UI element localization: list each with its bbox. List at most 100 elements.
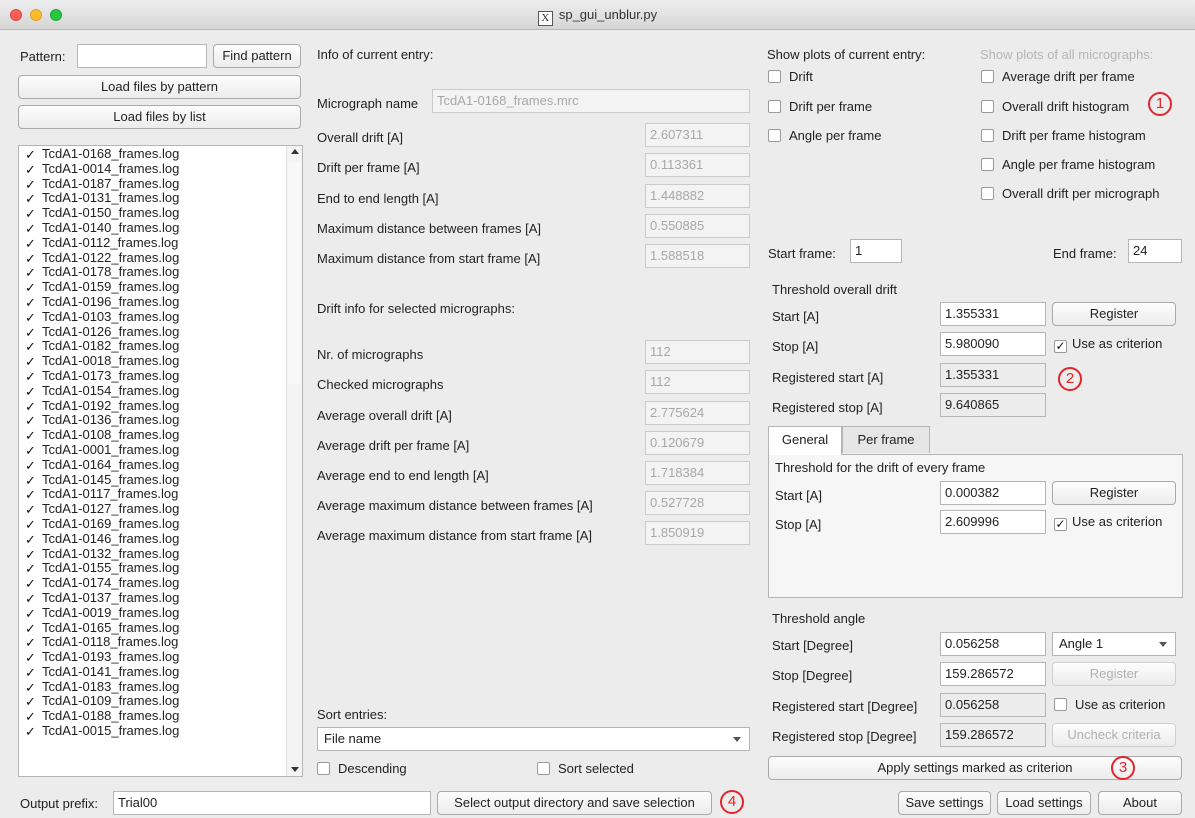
find-pattern-button[interactable]: Find pattern	[213, 44, 301, 68]
list-item[interactable]: ✓ TcdA1-0193_frames.log	[19, 649, 287, 665]
checkbox-icon[interactable]	[981, 100, 994, 113]
list-item[interactable]: ✓ TcdA1-0112_frames.log	[19, 235, 287, 251]
checkbox-icon[interactable]: ✓	[1054, 518, 1067, 531]
list-item[interactable]: ✓ TcdA1-0146_frames.log	[19, 531, 287, 547]
pattern-input[interactable]	[77, 44, 207, 68]
checkbox-icon[interactable]: ✓	[25, 355, 36, 368]
list-item[interactable]: ✓ TcdA1-0178_frames.log	[19, 264, 287, 280]
checkbox-icon[interactable]	[981, 129, 994, 142]
checkbox-icon[interactable]: ✓	[25, 681, 36, 694]
list-item[interactable]: ✓ TcdA1-0141_frames.log	[19, 664, 287, 680]
list-item[interactable]: ✓ TcdA1-0145_frames.log	[19, 472, 287, 488]
micrograph-list[interactable]: ✓ TcdA1-0168_frames.log ✓ TcdA1-0014_frames…	[18, 145, 303, 777]
list-item[interactable]: ✓ TcdA1-0154_frames.log	[19, 383, 287, 399]
checkbox-icon[interactable]: ✓	[25, 503, 36, 516]
checkbox-icon[interactable]: ✓	[25, 666, 36, 679]
load-by-list-button[interactable]: Load files by list	[18, 105, 301, 129]
checkbox-icon[interactable]: ✓	[25, 296, 36, 309]
list-item[interactable]: ✓ TcdA1-0165_frames.log	[19, 620, 287, 636]
checkbox-icon[interactable]: ✓	[25, 518, 36, 531]
sort-selected-checkbox[interactable]: Sort selected	[537, 761, 634, 776]
load-settings-button[interactable]: Load settings	[997, 791, 1091, 815]
list-item[interactable]: ✓ TcdA1-0164_frames.log	[19, 457, 287, 473]
checkbox-icon[interactable]: ✓	[25, 148, 36, 161]
checkbox-icon[interactable]: ✓	[25, 562, 36, 575]
checkbox-icon[interactable]: ✓	[25, 459, 36, 472]
list-item[interactable]: ✓ TcdA1-0140_frames.log	[19, 220, 287, 236]
checkbox-icon[interactable]: ✓	[25, 326, 36, 339]
all-plot-checkbox[interactable]: Overall drift histogram	[981, 99, 1129, 114]
current-plot-checkbox[interactable]: Drift per frame	[768, 99, 872, 114]
list-scrollbar[interactable]	[286, 146, 302, 776]
about-button[interactable]: About	[1098, 791, 1182, 815]
overall-register-button[interactable]: Register	[1052, 302, 1176, 326]
list-item[interactable]: ✓ TcdA1-0014_frames.log	[19, 161, 287, 177]
checkbox-icon[interactable]: ✓	[25, 577, 36, 590]
checkbox-icon[interactable]: ✓	[25, 533, 36, 546]
list-item[interactable]: ✓ TcdA1-0103_frames.log	[19, 309, 287, 325]
list-item[interactable]: ✓ TcdA1-0127_frames.log	[19, 501, 287, 517]
angle-use-criterion-checkbox[interactable]: Use as criterion	[1054, 697, 1165, 712]
checkbox-icon[interactable]: ✓	[25, 400, 36, 413]
checkbox-icon[interactable]: ✓	[25, 385, 36, 398]
checkbox-icon[interactable]: ✓	[25, 651, 36, 664]
all-plot-checkbox[interactable]: Drift per frame histogram	[981, 128, 1146, 143]
checkbox-icon[interactable]: ✓	[25, 207, 36, 220]
checkbox-icon[interactable]: ✓	[25, 252, 36, 265]
list-item[interactable]: ✓ TcdA1-0183_frames.log	[19, 679, 287, 695]
list-item[interactable]: ✓ TcdA1-0174_frames.log	[19, 575, 287, 591]
list-item[interactable]: ✓ TcdA1-0188_frames.log	[19, 708, 287, 724]
list-item[interactable]: ✓ TcdA1-0168_frames.log	[19, 146, 287, 162]
uncheck-criteria-button[interactable]: Uncheck criteria	[1052, 723, 1176, 747]
list-item[interactable]: ✓ TcdA1-0150_frames.log	[19, 205, 287, 221]
checkbox-icon[interactable]: ✓	[1054, 340, 1067, 353]
frame-stop-input[interactable]: 2.609996	[940, 510, 1046, 534]
list-item[interactable]: ✓ TcdA1-0173_frames.log	[19, 368, 287, 384]
tab-general[interactable]: General	[768, 426, 842, 455]
checkbox-icon[interactable]: ✓	[25, 474, 36, 487]
overall-stop-input[interactable]: 5.980090	[940, 332, 1046, 356]
checkbox-icon[interactable]: ✓	[25, 636, 36, 649]
checkbox-icon[interactable]: ✓	[25, 429, 36, 442]
list-item[interactable]: ✓ TcdA1-0132_frames.log	[19, 546, 287, 562]
checkbox-icon[interactable]	[768, 129, 781, 142]
checkbox-icon[interactable]: ✓	[25, 281, 36, 294]
descending-checkbox[interactable]: Descending	[317, 761, 407, 776]
checkbox-icon[interactable]: ✓	[25, 488, 36, 501]
list-item[interactable]: ✓ TcdA1-0122_frames.log	[19, 250, 287, 266]
list-item[interactable]: ✓ TcdA1-0117_frames.log	[19, 486, 287, 502]
frame-use-criterion-checkbox[interactable]: ✓ Use as criterion	[1054, 514, 1162, 531]
checkbox-icon[interactable]: ✓	[25, 414, 36, 427]
sort-entries-select[interactable]: File name	[317, 727, 750, 751]
overall-start-input[interactable]: 1.355331	[940, 302, 1046, 326]
checkbox-icon[interactable]	[317, 762, 330, 775]
list-item[interactable]: ✓ TcdA1-0018_frames.log	[19, 353, 287, 369]
save-selection-button[interactable]: Select output directory and save selecti…	[437, 791, 712, 815]
angle-register-button[interactable]: Register	[1052, 662, 1176, 686]
checkbox-icon[interactable]	[981, 70, 994, 83]
list-item[interactable]: ✓ TcdA1-0159_frames.log	[19, 279, 287, 295]
list-item[interactable]: ✓ TcdA1-0192_frames.log	[19, 398, 287, 414]
checkbox-icon[interactable]: ✓	[25, 710, 36, 723]
checkbox-icon[interactable]	[768, 100, 781, 113]
save-settings-button[interactable]: Save settings	[898, 791, 991, 815]
checkbox-icon[interactable]: ✓	[25, 266, 36, 279]
overall-use-criterion-checkbox[interactable]: ✓ Use as criterion	[1054, 336, 1162, 353]
angle-start-input[interactable]: 0.056258	[940, 632, 1046, 656]
list-item[interactable]: ✓ TcdA1-0155_frames.log	[19, 560, 287, 576]
load-by-pattern-button[interactable]: Load files by pattern	[18, 75, 301, 99]
checkbox-icon[interactable]: ✓	[25, 163, 36, 176]
checkbox-icon[interactable]: ✓	[25, 370, 36, 383]
list-item[interactable]: ✓ TcdA1-0169_frames.log	[19, 516, 287, 532]
angle-stop-input[interactable]: 159.286572	[940, 662, 1046, 686]
checkbox-icon[interactable]: ✓	[25, 340, 36, 353]
list-item[interactable]: ✓ TcdA1-0126_frames.log	[19, 324, 287, 340]
checkbox-icon[interactable]	[981, 158, 994, 171]
checkbox-icon[interactable]	[1054, 698, 1067, 711]
checkbox-icon[interactable]: ✓	[25, 192, 36, 205]
current-plot-checkbox[interactable]: Angle per frame	[768, 128, 882, 143]
checkbox-icon[interactable]: ✓	[25, 622, 36, 635]
list-item[interactable]: ✓ TcdA1-0109_frames.log	[19, 694, 287, 709]
list-scrollbar-thumb[interactable]	[288, 162, 301, 384]
current-plot-checkbox[interactable]: Drift	[768, 69, 813, 84]
